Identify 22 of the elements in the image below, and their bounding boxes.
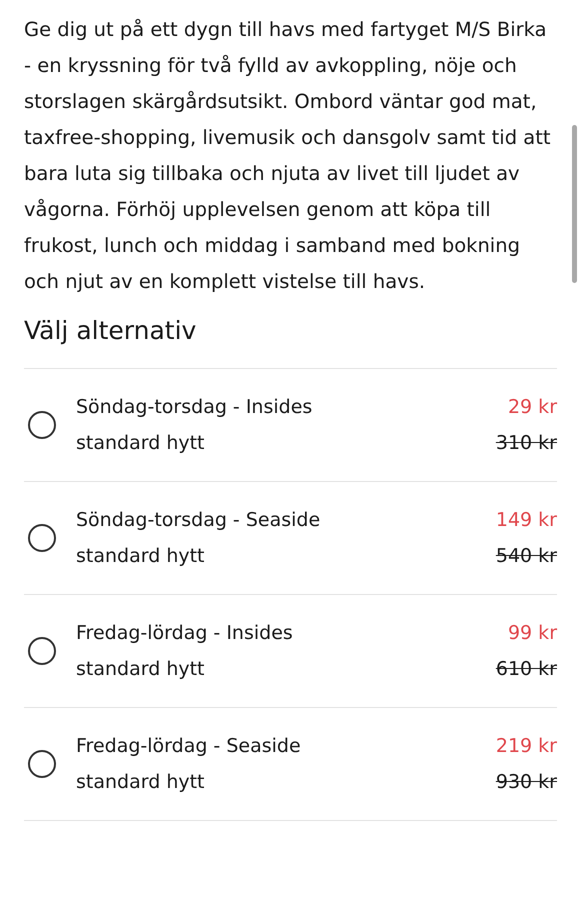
original-price: 540 kr [496,544,557,569]
sale-price: 29 kr [508,395,557,420]
section-heading: Välj alternativ [24,315,198,347]
option-title: Fredag-lördag - Insides [76,621,294,646]
option-title: Söndag-torsdag - Insides [76,395,314,420]
option-subtitle: standard hytt [76,657,206,682]
radio-button[interactable] [28,524,56,552]
original-price: 610 kr [496,657,557,682]
option-title: Söndag-torsdag - Seaside [76,508,322,533]
option-subtitle: standard hytt [76,544,206,569]
radio-button[interactable] [28,411,56,439]
sale-price: 99 kr [508,621,557,646]
option-subtitle: standard hytt [76,770,206,795]
option-subtitle: standard hytt [76,431,206,456]
sale-price: 219 kr [496,734,557,759]
original-price: 930 kr [496,770,557,795]
sale-price: 149 kr [496,508,557,533]
option-title: Fredag-lördag - Seaside [76,734,302,759]
radio-button[interactable] [28,750,56,778]
radio-button[interactable] [28,637,56,665]
description-text: Ge dig ut på ett dygn till havs med fartyget M/S Birka - en kryssning för två fylld av avkoppling, nöje och storslagen skärgårdsutsikt. Ombord väntar god mat, taxfree-shopping, livemusik och dansgolv samt tid att bara luta sig tillbaka och njuta av livet till ljudet av vågorna. Förhöj upplevelsen genom att köpa till frukost, lunch och middag i samband med bokning och njut av en komplett vistelse till havs. [24,17,552,295]
original-price: 310 kr [496,431,557,456]
